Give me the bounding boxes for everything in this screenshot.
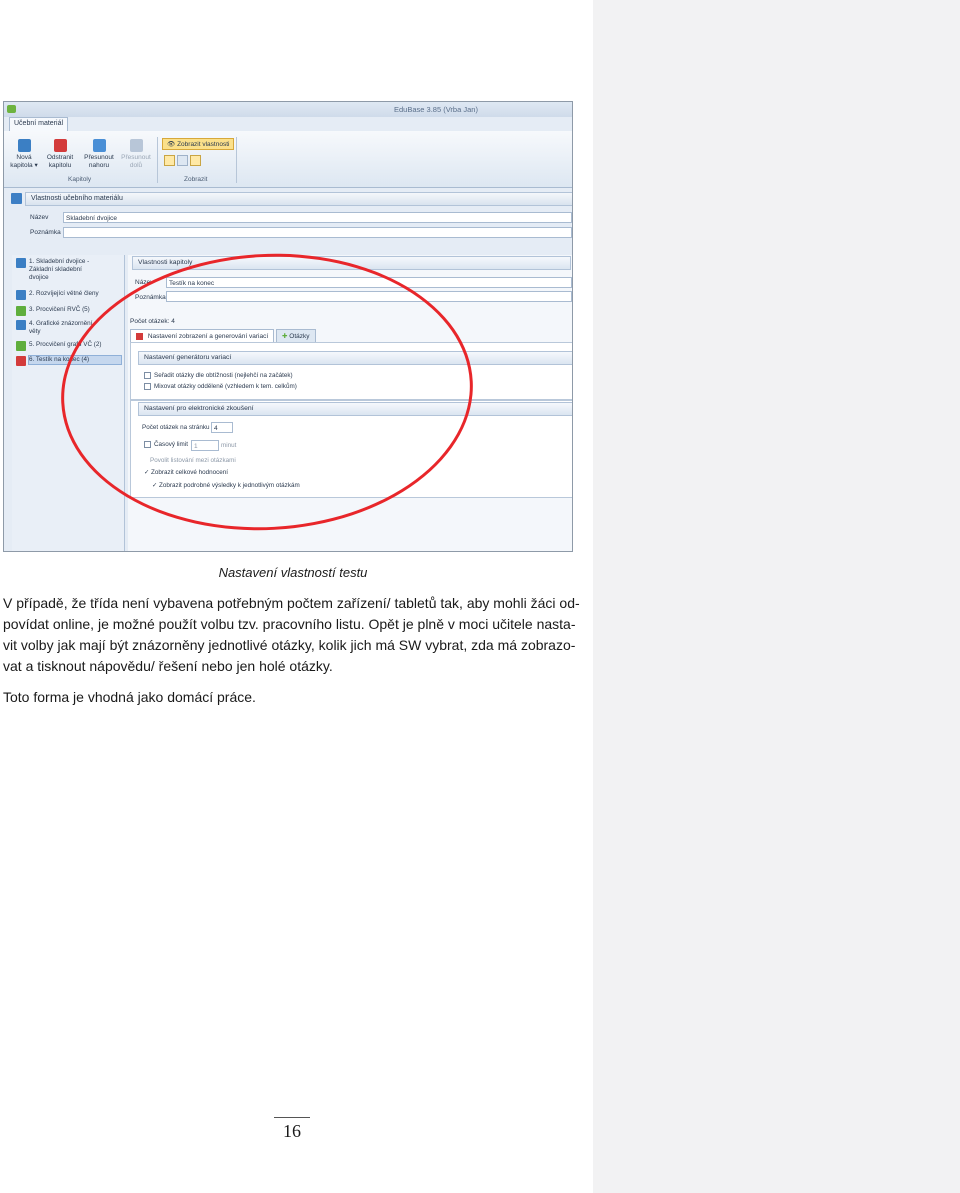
label-name: Název xyxy=(30,214,49,221)
tree-item-2[interactable]: 2. Rozvíjející větné členy xyxy=(16,290,99,300)
view-option-2-icon[interactable] xyxy=(190,155,201,166)
delete-chapter-label-1: Odstranit xyxy=(46,154,74,161)
move-down-button[interactable]: Přesunout dolů xyxy=(119,139,153,170)
show-properties-button[interactable]: 👁 Zobrazit vlastnosti xyxy=(162,138,235,150)
window-titlebar: EduBase 3.85 (Vrba Jan) xyxy=(4,102,572,117)
label-note: Poznámka xyxy=(30,229,61,236)
move-up-icon xyxy=(92,139,106,152)
delete-chapter-button[interactable]: Odstranit kapitolu xyxy=(43,139,77,170)
ribbon-separator xyxy=(157,137,158,183)
chapter-icon xyxy=(16,258,26,268)
move-up-label-1: Přesunout xyxy=(84,154,114,161)
delete-chapter-label-2: kapitolu xyxy=(48,162,72,169)
show-properties-label: Zobrazit vlastnosti xyxy=(177,141,230,148)
move-up-label-2: nahoru xyxy=(88,162,110,169)
paragraph-1-line-3: vit volby jak mají být znázorněny jednot… xyxy=(3,637,576,653)
test-icon xyxy=(16,356,26,366)
app-title: EduBase 3.85 (Vrba Jan) xyxy=(394,105,478,114)
page-number: 16 xyxy=(283,1121,301,1141)
move-up-button[interactable]: Přesunout nahoru xyxy=(82,139,116,170)
tree-item-4-line1: 4. Grafické znázornění xyxy=(29,320,93,327)
tree-item-2-label: 2. Rozvíjející větné členy xyxy=(29,290,99,297)
delete-chapter-icon xyxy=(53,139,67,152)
chapter-icon xyxy=(16,290,26,300)
group-label-chapters: Kapitoly xyxy=(68,176,92,183)
tree-item-1-line1: 1. Skladební dvojice - xyxy=(29,258,90,265)
eye-icon: 👁 xyxy=(167,141,176,148)
new-chapter-label-2: kapitola ▾ xyxy=(10,162,38,169)
paragraph-1-line-4: vat a tisknout nápovědu/ řešení nebo jen… xyxy=(3,658,333,674)
paragraph-1-line-2: povídat online, je možné použít volbu tz… xyxy=(3,616,576,632)
move-down-label-1: Přesunout xyxy=(121,154,151,161)
tree-item-1-line2: Základní skladební xyxy=(29,266,82,273)
page-number-rule xyxy=(274,1117,310,1118)
material-name-input[interactable]: Skladební dvojice xyxy=(63,212,572,223)
tree-item-1-line3: dvojice xyxy=(29,274,49,281)
ribbon-separator xyxy=(236,137,237,183)
chapter-icon xyxy=(16,320,26,330)
move-down-icon xyxy=(129,139,143,152)
view-option-icon[interactable] xyxy=(164,155,175,166)
paragraph-2: Toto forma je vhodná jako domácí práce. xyxy=(3,689,256,705)
material-note-input[interactable] xyxy=(63,227,572,238)
screenshot-figure: EduBase 3.85 (Vrba Jan) Učební materiál … xyxy=(3,101,573,552)
material-properties-header: Vlastnosti učebního materiálu xyxy=(25,192,572,206)
material-icon xyxy=(11,193,22,204)
exercise-icon xyxy=(16,306,26,316)
group-label-view: Zobrazit xyxy=(184,176,208,183)
new-chapter-button[interactable]: Nová kapitola ▾ xyxy=(7,139,41,170)
add-chapter-icon xyxy=(17,139,31,152)
tree-item-4-line2: věty xyxy=(29,328,41,335)
move-down-label-2: dolů xyxy=(129,162,143,169)
figure-caption: Nastavení vlastností testu xyxy=(218,565,368,580)
paragraph-1: V případě, že třída není vybavena potřeb… xyxy=(3,593,583,677)
right-margin-panel xyxy=(593,0,960,1193)
sort-icon[interactable] xyxy=(177,155,188,166)
tree-item-3[interactable]: 3. Procvičení RVČ (5) xyxy=(16,306,90,316)
app-icon xyxy=(7,105,16,113)
new-chapter-label-1: Nová xyxy=(16,154,32,161)
exercise-icon xyxy=(16,341,26,351)
tree-item-3-label: 3. Procvičení RVČ (5) xyxy=(29,306,90,313)
paragraph-1-line-1: V případě, že třída není vybavena potřeb… xyxy=(3,595,580,611)
tree-item-1[interactable]: 1. Skladební dvojice - Základní skladebn… xyxy=(16,258,90,282)
ribbon-toolbar: Nová kapitola ▾ Odstranit kapitolu Přesu… xyxy=(4,131,572,188)
